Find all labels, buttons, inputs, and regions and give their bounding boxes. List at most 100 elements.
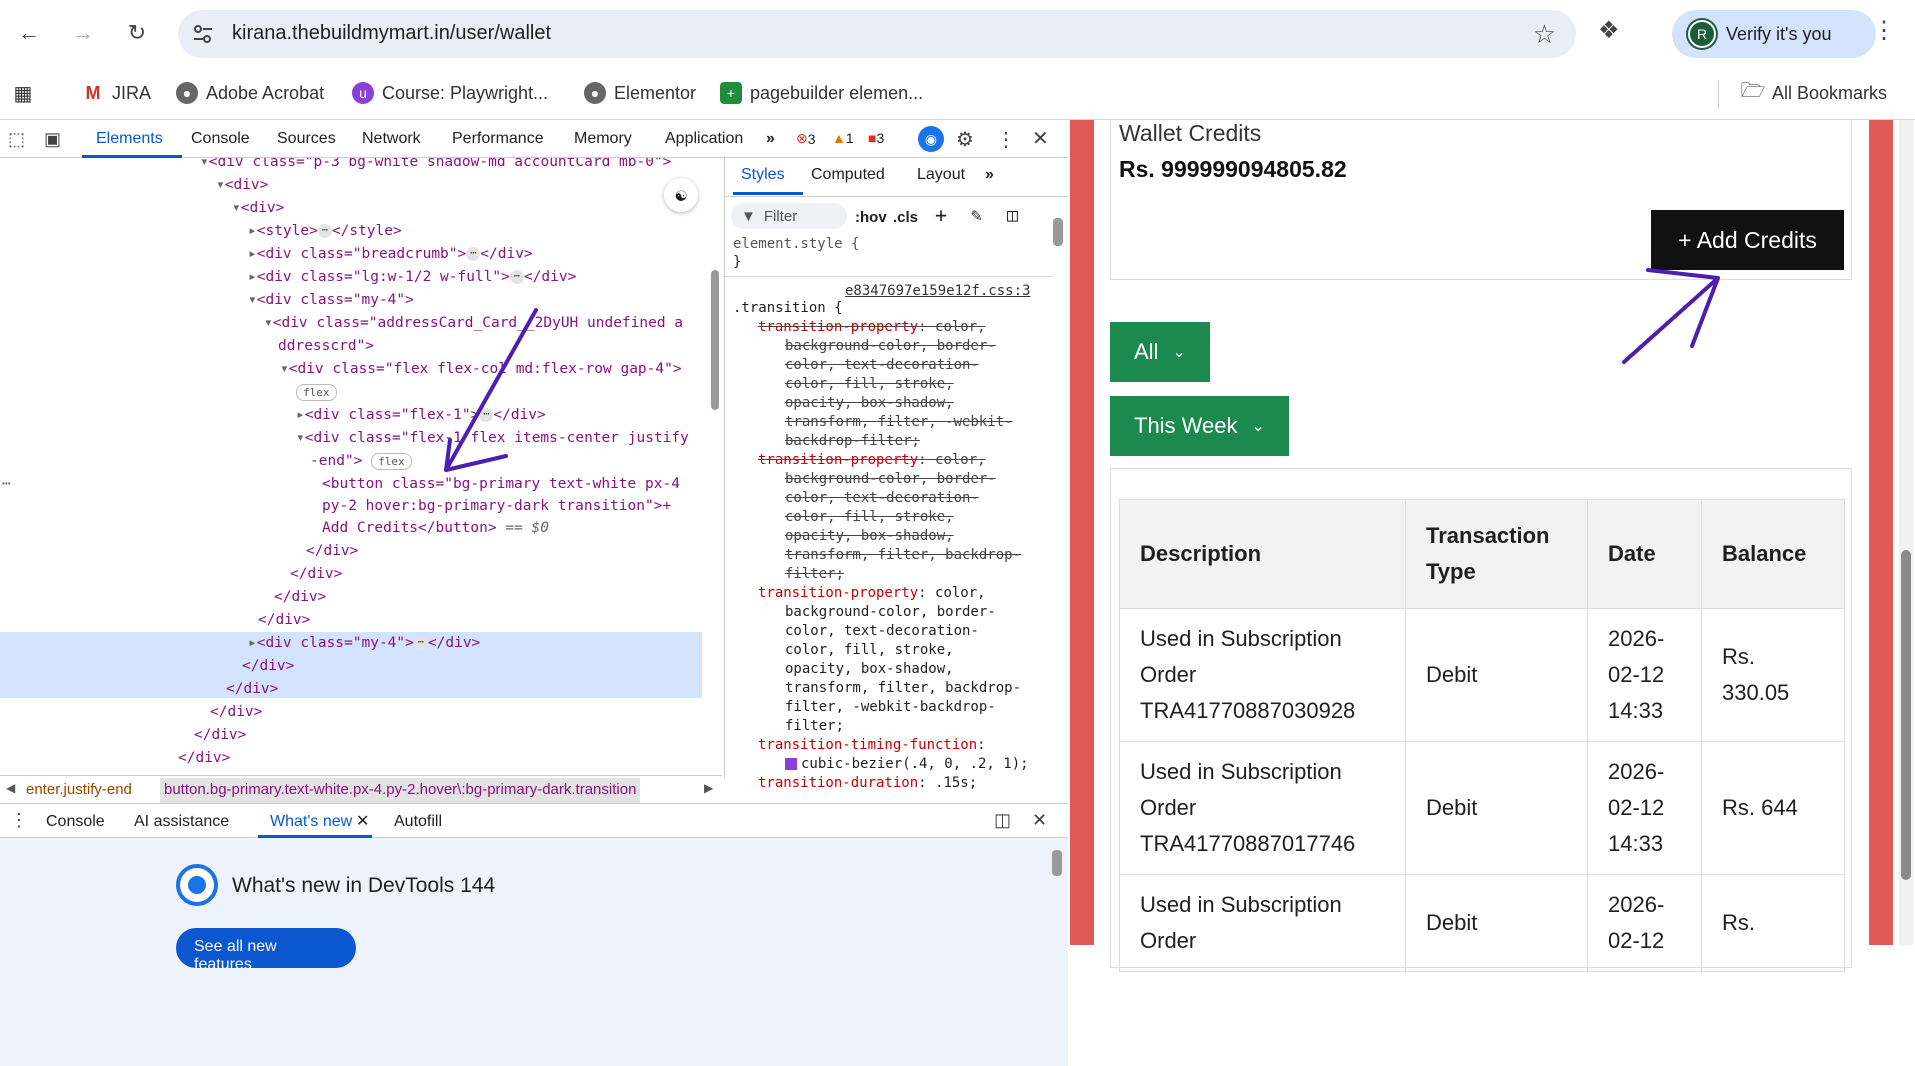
drawer-tab-autofill[interactable]: Autofill: [394, 813, 442, 831]
devtools-menu-icon[interactable]: ⋮: [996, 127, 1016, 152]
close-devtools-icon[interactable]: ✕: [1032, 126, 1049, 151]
address-bar[interactable]: kirana.thebuildmymart.in/user/wallet ☆: [178, 10, 1576, 58]
dom-node[interactable]: </div>: [242, 655, 294, 677]
css-prop-active[interactable]: transition-timing-function:: [758, 736, 986, 755]
paint-icon[interactable]: ✎: [971, 206, 982, 225]
filter-period-dropdown[interactable]: This Week ⌄: [1110, 396, 1289, 456]
cls-toggle[interactable]: .cls: [893, 208, 918, 227]
verify-profile-button[interactable]: R Verify it's you: [1672, 10, 1876, 58]
flex-badge[interactable]: flex: [296, 381, 337, 403]
dom-node[interactable]: ▾<div class="flex-1 flex items-center ju…: [296, 427, 689, 449]
url-text[interactable]: kirana.thebuildmymart.in/user/wallet: [232, 22, 551, 45]
tab-application[interactable]: Application: [665, 130, 743, 148]
dom-node[interactable]: ▾<div class="my-4">: [248, 289, 414, 311]
tab-sources[interactable]: Sources: [277, 130, 336, 148]
tab-elements[interactable]: Elements: [96, 130, 163, 148]
page-scroll-thumb[interactable]: [1901, 550, 1911, 880]
elements-scrollbar[interactable]: [708, 158, 722, 770]
settings-gear-icon[interactable]: ⚙: [956, 127, 974, 152]
dom-node[interactable]: </div>: [210, 701, 262, 723]
extensions-icon[interactable]: ❖: [1598, 16, 1620, 45]
dom-node[interactable]: </div>: [194, 724, 246, 746]
accessibility-icon[interactable]: ☯: [664, 178, 698, 212]
bookmark-adobe-acrobat[interactable]: ● Adobe Acrobat: [176, 78, 324, 108]
add-credits-button[interactable]: + Add Credits: [1651, 210, 1844, 270]
ellipsis-icon[interactable]: ⋯: [479, 408, 494, 422]
css-prop-overridden[interactable]: transition-property: color,: [758, 318, 986, 337]
dom-node[interactable]: ▾<div>: [216, 174, 268, 196]
tab-network[interactable]: Network: [362, 130, 421, 148]
flex-badge[interactable]: flex: [371, 453, 412, 470]
inspect-icon[interactable]: ⬚: [8, 129, 25, 150]
ai-assist-icon[interactable]: ◉: [918, 126, 944, 152]
tab-styles[interactable]: Styles: [741, 166, 785, 184]
dom-node[interactable]: ▸<div class="my-4"> ⋯ </div>: [248, 632, 480, 654]
scroll-thumb[interactable]: [711, 270, 719, 410]
dom-node[interactable]: </div>: [178, 747, 230, 769]
bookmark-star-icon[interactable]: ☆: [1533, 19, 1556, 50]
browser-menu-icon[interactable]: ⋮: [1872, 16, 1896, 45]
css-prop-active[interactable]: transition-duration: .15s;: [758, 774, 977, 793]
styles-filter-input[interactable]: ▼ Filter: [731, 203, 847, 229]
bookmark-course[interactable]: u Course: Playwright...: [352, 78, 548, 108]
dom-node[interactable]: ▸<div class="lg:w-1/2 w-full"> ⋯ </div>: [248, 266, 576, 288]
dom-node[interactable]: ▾<div class="flex flex-col md:flex-row g…: [280, 358, 682, 380]
ellipsis-icon[interactable]: ⋯: [317, 224, 332, 238]
selected-dom-node[interactable]: <button class="bg-primary text-white px-…: [322, 473, 680, 495]
drawer-tab-ai-assistance[interactable]: AI assistance: [134, 813, 229, 831]
css-prop-overridden[interactable]: transition-property: color,: [758, 451, 986, 470]
tab-console[interactable]: Console: [191, 130, 250, 148]
bookmark-pagebuilder[interactable]: + pagebuilder elemen...: [720, 78, 923, 108]
crumb-right-icon[interactable]: ▶: [704, 781, 713, 795]
styles-scroll-thumb[interactable]: [1053, 218, 1063, 246]
tab-computed[interactable]: Computed: [811, 166, 885, 184]
dom-node[interactable]: </div>: [290, 563, 342, 585]
dom-node[interactable]: ▾<div>: [232, 197, 284, 219]
dom-node[interactable]: ▸<style> ⋯ </style>: [248, 220, 402, 242]
easing-editor-icon[interactable]: [785, 758, 797, 770]
crumb-left-icon[interactable]: ◀: [6, 781, 15, 795]
ellipsis-icon[interactable]: ⋯: [466, 247, 481, 261]
hov-toggle[interactable]: :hov: [855, 208, 887, 227]
dom-node[interactable]: </div>: [258, 609, 310, 631]
close-drawer-icon[interactable]: ✕: [1032, 810, 1047, 831]
tab-memory[interactable]: Memory: [574, 130, 632, 148]
dom-node[interactable]: ▸<div class="breadcrumb"> ⋯ </div>: [248, 243, 533, 265]
crumb-item[interactable]: enter.justify-end: [26, 781, 132, 798]
dom-node[interactable]: </div>: [226, 678, 278, 700]
node-menu-icon[interactable]: ⋯: [2, 473, 11, 495]
ellipsis-icon[interactable]: ⋯: [413, 636, 428, 650]
dom-node[interactable]: ▾<div class="p-3 bg-white shadow-md acco…: [200, 158, 671, 173]
close-tab-icon[interactable]: ✕: [356, 811, 369, 831]
drawer-menu-icon[interactable]: ⋮: [10, 810, 28, 831]
tab-layout[interactable]: Layout: [917, 166, 965, 184]
element-style-rule[interactable]: element.style {: [733, 235, 859, 254]
reload-icon[interactable]: ↻: [120, 16, 154, 50]
drawer-tab-whats-new[interactable]: What's new: [270, 813, 352, 831]
drawer-tab-console[interactable]: Console: [46, 813, 105, 831]
errors-badge[interactable]: ⊗ 3: [796, 130, 816, 147]
ellipsis-icon[interactable]: ⋯: [509, 270, 524, 284]
tab-performance[interactable]: Performance: [452, 130, 544, 148]
page-scrollbar[interactable]: [1899, 120, 1913, 945]
more-tabs-icon[interactable]: »: [766, 130, 775, 148]
filter-all-dropdown[interactable]: All ⌄: [1110, 322, 1210, 382]
drawer-scroll-thumb[interactable]: [1052, 850, 1062, 876]
css-prop-active[interactable]: transition-property: color,: [758, 584, 986, 603]
sidebar-toggle-icon[interactable]: ◫: [1007, 206, 1018, 225]
warnings-badge[interactable]: ▲ 1: [832, 130, 854, 146]
device-toolbar-icon[interactable]: ▣: [44, 129, 61, 150]
site-info-icon[interactable]: [192, 23, 214, 45]
new-rule-icon[interactable]: +: [935, 205, 947, 225]
crumb-item-active[interactable]: button.bg-primary.text-white.px-4.py-2.h…: [160, 778, 641, 804]
bookmark-elementor[interactable]: ● Elementor: [584, 78, 696, 108]
dock-icon[interactable]: ◫: [994, 810, 1011, 831]
issues-badge[interactable]: ■ 3: [868, 130, 884, 146]
dom-node[interactable]: </div>: [274, 586, 326, 608]
more-panes-icon[interactable]: »: [985, 166, 994, 184]
dom-node[interactable]: ▾<div class="addressCard_Card__2DyUH und…: [264, 312, 683, 334]
bookmark-jira[interactable]: M JIRA: [82, 78, 152, 108]
css-source-link[interactable]: e8347697e159e12f.css:3: [845, 282, 1030, 301]
dom-node[interactable]: </div>: [306, 540, 358, 562]
css-value[interactable]: cubic-bezier(.4, 0, .2, 1);: [785, 755, 1029, 774]
